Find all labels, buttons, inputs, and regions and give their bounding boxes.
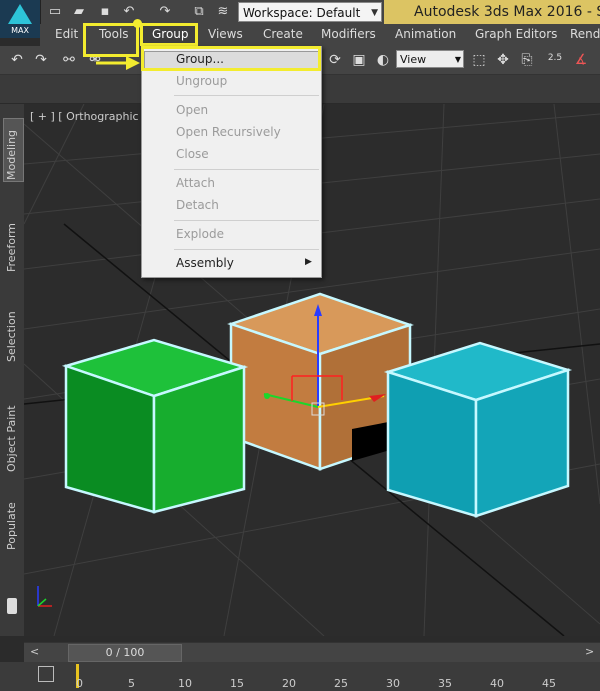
- panel-toggle-button[interactable]: [7, 598, 17, 614]
- pivot-center-icon[interactable]: ⬚: [470, 51, 488, 69]
- tools-menu-highlight: [83, 23, 139, 57]
- menu-group[interactable]: Group: [152, 27, 189, 41]
- cyan-box[interactable]: [383, 341, 573, 518]
- tick-label: 25: [334, 677, 348, 690]
- menu-create[interactable]: Create: [263, 27, 303, 41]
- frame-counter: 0 / 100: [105, 646, 145, 659]
- callout-arrow-icon: [96, 56, 140, 70]
- scale-icon[interactable]: ▣: [350, 51, 368, 69]
- open-file-icon[interactable]: ▰: [70, 3, 88, 21]
- menu-separator: [174, 249, 319, 250]
- view-select-value: View: [400, 53, 427, 66]
- workspace-dropdown[interactable]: Workspace: Default ▼: [238, 2, 382, 22]
- rotate-icon[interactable]: ⟳: [326, 51, 344, 69]
- menu-separator: [174, 220, 319, 221]
- logo-label: MAX: [11, 26, 29, 35]
- new-file-icon[interactable]: ▭: [46, 3, 64, 21]
- snap-toggle-icon[interactable]: 2.5: [546, 49, 564, 67]
- menu-views[interactable]: Views: [208, 27, 243, 41]
- workspace-label: Workspace: Default: [243, 6, 361, 20]
- redo-icon[interactable]: ↷: [156, 3, 174, 21]
- track-bar[interactable]: [0, 662, 600, 691]
- menu-item-assembly[interactable]: Assembly: [176, 256, 234, 270]
- tick-label: 20: [282, 677, 296, 690]
- workspace-icon[interactable]: ≋: [214, 3, 232, 21]
- tick-label: 5: [128, 677, 135, 690]
- tab-selection-label: Selection: [5, 311, 18, 362]
- snap-value: 2.5: [547, 53, 563, 63]
- keyboard-shortcut-icon[interactable]: ⎘: [518, 51, 536, 69]
- app-logo-button[interactable]: MAX: [0, 0, 41, 38]
- chevron-down-icon: ▼: [454, 55, 461, 64]
- ribbon-side-tabs: [0, 104, 24, 636]
- mini-curve-editor-icon[interactable]: [38, 666, 54, 682]
- reference-coordinate-select[interactable]: View ▼: [396, 50, 464, 68]
- tab-modeling-label: Modeling: [5, 129, 18, 180]
- tab-populate-label: Populate: [5, 502, 18, 550]
- orange-box[interactable]: [227, 292, 414, 471]
- tab-freeform-label: Freeform: [5, 223, 18, 272]
- tick-label: 40: [490, 677, 504, 690]
- tick-label: 15: [230, 677, 244, 690]
- undo-icon[interactable]: ↶: [8, 51, 26, 69]
- menu-item-open[interactable]: Open: [176, 103, 208, 117]
- menu-animation[interactable]: Animation: [395, 27, 456, 41]
- submenu-arrow-icon: ▶: [305, 257, 312, 267]
- tick-label: 10: [178, 677, 192, 690]
- timeline-prev-icon[interactable]: <: [30, 645, 39, 658]
- group-item-highlight: [141, 46, 321, 71]
- menu-rendering[interactable]: Rende: [570, 27, 600, 41]
- menu-item-close[interactable]: Close: [176, 147, 209, 161]
- menu-item-ungroup[interactable]: Ungroup: [176, 74, 227, 88]
- tick-label: 45: [542, 677, 556, 690]
- callout-dot: [133, 19, 142, 28]
- menu-item-attach[interactable]: Attach: [176, 176, 215, 190]
- green-box[interactable]: [61, 338, 249, 514]
- chevron-down-icon: ▼: [371, 8, 378, 18]
- menu-item-open-recursively[interactable]: Open Recursively: [176, 125, 281, 139]
- window-title: Autodesk 3ds Max 2016 - St: [414, 4, 600, 20]
- menu-separator: [174, 169, 319, 170]
- tab-object-paint-label: Object Paint: [5, 405, 18, 472]
- view-axis-tripod: [37, 586, 52, 607]
- redo-icon[interactable]: ↷: [32, 51, 50, 69]
- timeline-next-icon[interactable]: >: [585, 645, 594, 658]
- menu-item-explode[interactable]: Explode: [176, 227, 224, 241]
- tick-label: 35: [438, 677, 452, 690]
- max-logo-icon: [8, 4, 32, 24]
- link-icon[interactable]: ⚯: [60, 51, 78, 69]
- save-file-icon[interactable]: ▪: [96, 3, 114, 21]
- menu-separator: [174, 95, 319, 96]
- menu-item-detach[interactable]: Detach: [176, 198, 219, 212]
- time-slider[interactable]: 0 / 100: [68, 644, 182, 662]
- angle-snap-icon[interactable]: ∡: [572, 51, 590, 69]
- menu-edit[interactable]: Edit: [55, 27, 78, 41]
- select-manipulate-icon[interactable]: ✥: [494, 51, 512, 69]
- menu-graph-editors[interactable]: Graph Editors: [475, 27, 557, 41]
- tick-label: 0: [76, 677, 83, 690]
- project-folder-icon[interactable]: ⧉: [190, 3, 208, 21]
- group-dropdown-menu: Group... Ungroup Open Open Recursively C…: [141, 46, 322, 278]
- tick-label: 30: [386, 677, 400, 690]
- menu-modifiers[interactable]: Modifiers: [321, 27, 376, 41]
- select-place-icon[interactable]: ◐: [374, 51, 392, 69]
